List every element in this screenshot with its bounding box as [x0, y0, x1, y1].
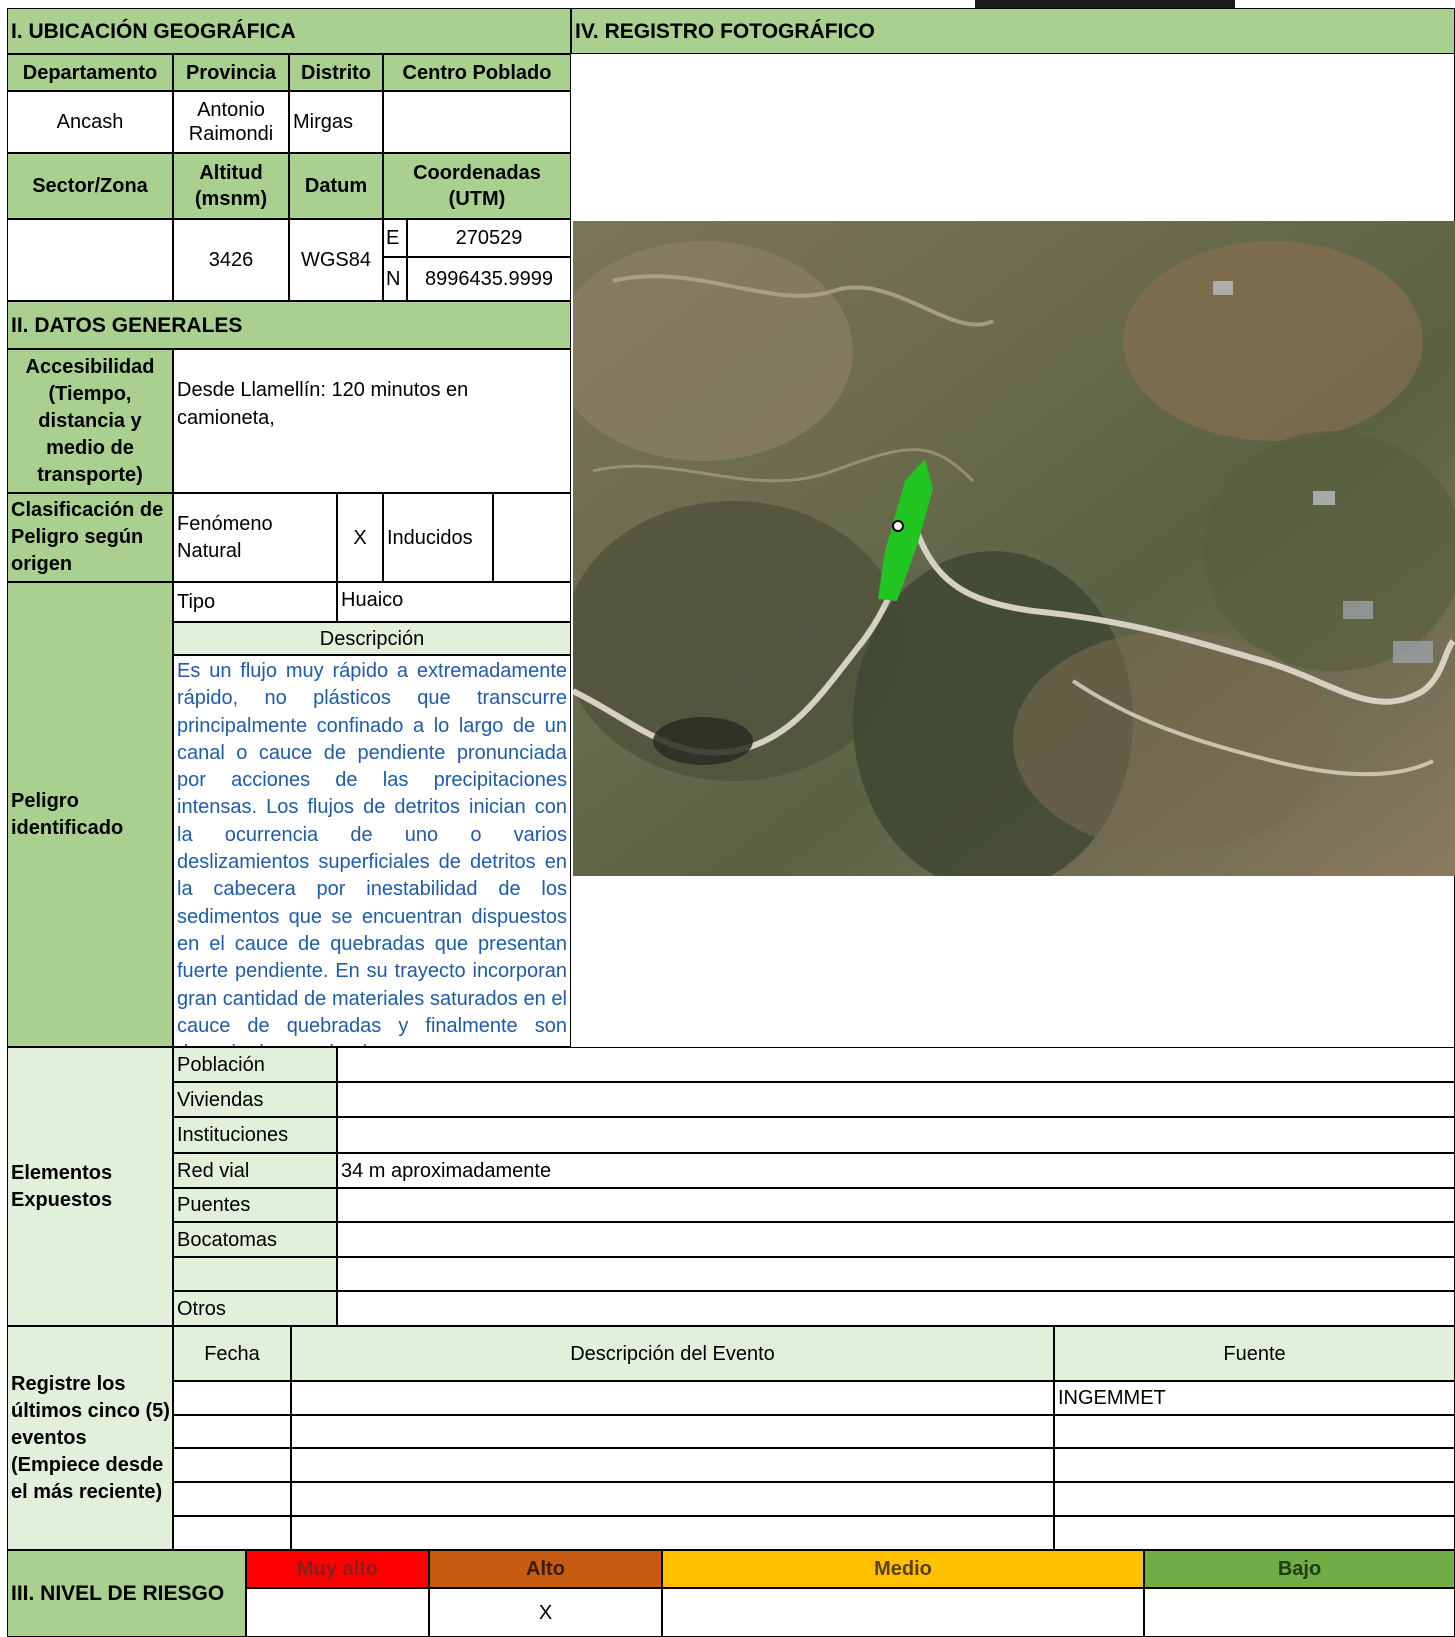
top-dark-bar — [975, 0, 1235, 8]
risk-level-medio: Medio — [662, 1550, 1144, 1588]
elemento-name: Bocatomas — [173, 1222, 337, 1257]
evento-fuente — [1054, 1516, 1455, 1550]
elemento-name: Puentes — [173, 1188, 337, 1222]
header-altitud: Altitud (msnm) — [173, 153, 289, 219]
tipo-value: Huaico — [337, 582, 571, 622]
evento-fuente — [1054, 1482, 1455, 1516]
elemento-name: Viviendas — [173, 1082, 337, 1117]
eventos-header-fuente: Fuente — [1054, 1326, 1455, 1381]
value-distrito: Mirgas — [289, 91, 383, 153]
header-datum: Datum — [289, 153, 383, 219]
evento-fuente — [1054, 1448, 1455, 1482]
elemento-value — [337, 1188, 1455, 1222]
value-provincia: Antonio Raimondi — [173, 91, 289, 153]
value-departamento: Ancash — [7, 91, 173, 153]
evento-descripcion — [291, 1516, 1054, 1550]
value-centro-poblado — [383, 91, 571, 153]
eventos-label: Registre los últimos cinco (5) eventos (… — [7, 1326, 173, 1550]
section-2-title: II. DATOS GENERALES — [7, 301, 571, 349]
satellite-image — [573, 221, 1455, 876]
coord-n-value: 8996435.9999 — [407, 257, 571, 301]
satellite-photo — [573, 221, 1455, 876]
descripcion-value: Es un flujo muy rápido a extremadamente … — [173, 655, 571, 1047]
elemento-name — [173, 1257, 337, 1291]
elemento-name: Red vial — [173, 1153, 337, 1188]
elementos-expuestos-label: Elementos Expuestos — [7, 1047, 173, 1326]
evento-fecha — [173, 1448, 291, 1482]
header-provincia: Provincia — [173, 54, 289, 91]
risk-level-alto: Alto — [429, 1550, 662, 1588]
elemento-value: 34 m aproximadamente — [337, 1153, 1455, 1188]
header-sector-zona: Sector/Zona — [7, 153, 173, 219]
fenomeno-natural-mark: X — [337, 493, 383, 582]
elemento-value — [337, 1117, 1455, 1153]
elemento-name: Población — [173, 1047, 337, 1082]
elemento-value — [337, 1291, 1455, 1326]
section-1-title: I. UBICACIÓN GEOGRÁFICA — [7, 8, 571, 54]
section-4-title: IV. REGISTRO FOTOGRÁFICO — [571, 8, 1455, 54]
location-marker-icon — [892, 520, 904, 532]
risk-mark-bajo — [1144, 1588, 1455, 1637]
evento-descripcion — [291, 1482, 1054, 1516]
inducidos-label: Inducidos — [383, 493, 493, 582]
coord-n-label: N — [383, 257, 407, 301]
risk-level-bajo: Bajo — [1144, 1550, 1455, 1588]
elemento-value — [337, 1222, 1455, 1257]
value-datum: WGS84 — [289, 219, 383, 301]
evento-fecha — [173, 1516, 291, 1550]
evento-fecha — [173, 1482, 291, 1516]
risk-level-muy-alto: Muy alto — [246, 1550, 429, 1588]
risk-mark-alto: X — [429, 1588, 662, 1637]
coord-e-label: E — [383, 219, 407, 257]
section-3-title: III. NIVEL DE RIESGO — [7, 1550, 246, 1637]
tipo-label: Tipo — [173, 582, 337, 622]
elemento-value — [337, 1047, 1455, 1082]
risk-mark-muy-alto — [246, 1588, 429, 1637]
descripcion-label: Descripción — [173, 622, 571, 655]
eventos-header-descripcion: Descripción del Evento — [291, 1326, 1054, 1381]
elemento-value — [337, 1257, 1455, 1291]
evento-descripcion — [291, 1381, 1054, 1415]
elemento-value — [337, 1082, 1455, 1117]
evento-fecha — [173, 1415, 291, 1448]
fenomeno-natural-label: Fenómeno Natural — [173, 493, 337, 582]
header-departamento: Departamento — [7, 54, 173, 91]
inducidos-mark — [493, 493, 571, 582]
accesibilidad-label: Accesibilidad (Tiempo, distancia y medio… — [7, 349, 173, 493]
evento-fuente: INGEMMET — [1054, 1381, 1455, 1415]
risk-mark-medio — [662, 1588, 1144, 1637]
clasificacion-label: Clasificación de Peligro según origen — [7, 493, 173, 582]
evento-descripcion — [291, 1415, 1054, 1448]
elemento-name: Instituciones — [173, 1117, 337, 1153]
elemento-name: Otros — [173, 1291, 337, 1326]
value-sector-zona — [7, 219, 173, 301]
eventos-header-fecha: Fecha — [173, 1326, 291, 1381]
accesibilidad-value: Desde Llamellín: 120 minutos en camionet… — [173, 349, 571, 493]
peligro-label: Peligro identificado — [7, 582, 173, 1047]
header-centro-poblado: Centro Poblado — [383, 54, 571, 91]
evento-descripcion — [291, 1448, 1054, 1482]
value-altitud: 3426 — [173, 219, 289, 301]
evento-fecha — [173, 1381, 291, 1415]
coord-e-value: 270529 — [407, 219, 571, 257]
header-distrito: Distrito — [289, 54, 383, 91]
evento-fuente — [1054, 1415, 1455, 1448]
header-coordenadas: Coordenadas (UTM) — [383, 153, 571, 219]
